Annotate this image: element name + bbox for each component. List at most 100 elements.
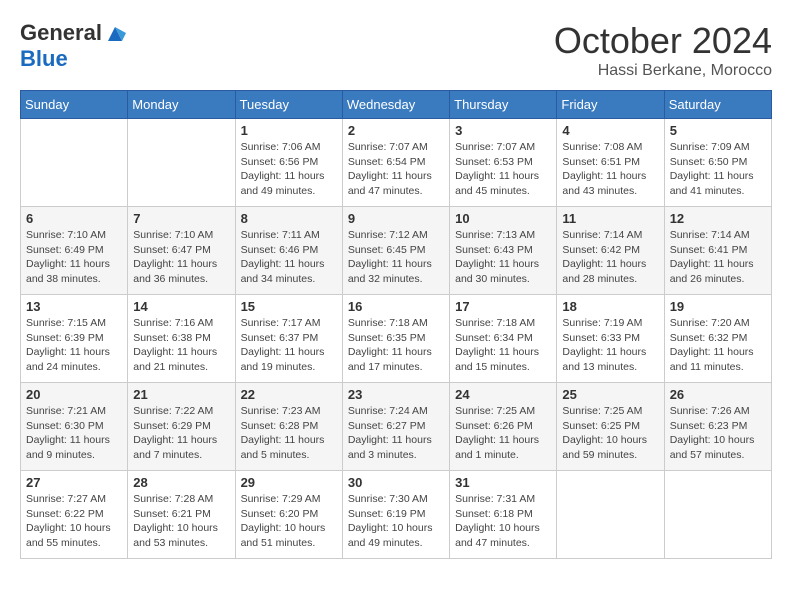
calendar-cell: 7 Sunrise: 7:10 AM Sunset: 6:47 PM Daylig… <box>128 207 235 295</box>
calendar-cell: 28 Sunrise: 7:28 AM Sunset: 6:21 PM Dayli… <box>128 471 235 559</box>
day-info: Sunrise: 7:25 AM Sunset: 6:25 PM Dayligh… <box>562 404 658 463</box>
calendar-cell: 12 Sunrise: 7:14 AM Sunset: 6:41 PM Dayli… <box>664 207 771 295</box>
day-info: Sunrise: 7:19 AM Sunset: 6:33 PM Dayligh… <box>562 316 658 375</box>
day-number: 20 <box>26 387 122 402</box>
calendar-cell: 23Sunrise: 7:24 AM Sunset: 6:27 PM Dayli… <box>342 383 449 471</box>
calendar-cell: 3Sunrise: 7:07 AM Sunset: 6:53 PM Daylig… <box>450 119 557 207</box>
calendar-cell: 15 Sunrise: 7:17 AM Sunset: 6:37 PM Dayli… <box>235 295 342 383</box>
day-number: 18 <box>562 299 658 314</box>
day-info: Sunrise: 7:14 AM Sunset: 6:42 PM Dayligh… <box>562 228 658 287</box>
calendar-header-row: SundayMondayTuesdayWednesdayThursdayFrid… <box>21 91 772 119</box>
weekday-header-saturday: Saturday <box>664 91 771 119</box>
day-info: Sunrise: 7:10 AM Sunset: 6:49 PM Dayligh… <box>26 228 122 287</box>
day-number: 26 <box>670 387 766 402</box>
day-number: 30 <box>348 475 444 490</box>
day-info: Sunrise: 7:26 AM Sunset: 6:23 PM Dayligh… <box>670 404 766 463</box>
page-header: General Blue October 2024 Hassi Berkane,… <box>20 20 772 80</box>
day-number: 12 <box>670 211 766 226</box>
day-info: Sunrise: 7:07 AM Sunset: 6:54 PM Dayligh… <box>348 140 444 199</box>
day-number: 14 <box>133 299 229 314</box>
day-info: Sunrise: 7:22 AM Sunset: 6:29 PM Dayligh… <box>133 404 229 463</box>
day-info: Sunrise: 7:17 AM Sunset: 6:37 PM Dayligh… <box>241 316 337 375</box>
calendar-cell: 19 Sunrise: 7:20 AM Sunset: 6:32 PM Dayli… <box>664 295 771 383</box>
calendar-cell: 5 Sunrise: 7:09 AM Sunset: 6:50 PM Daylig… <box>664 119 771 207</box>
day-info: Sunrise: 7:14 AM Sunset: 6:41 PM Dayligh… <box>670 228 766 287</box>
day-info: Sunrise: 7:20 AM Sunset: 6:32 PM Dayligh… <box>670 316 766 375</box>
day-number: 24 <box>455 387 551 402</box>
calendar-cell: 29Sunrise: 7:29 AM Sunset: 6:20 PM Dayli… <box>235 471 342 559</box>
calendar-cell: 9 Sunrise: 7:12 AM Sunset: 6:45 PM Daylig… <box>342 207 449 295</box>
day-number: 17 <box>455 299 551 314</box>
calendar-cell: 4Sunrise: 7:08 AM Sunset: 6:51 PM Daylig… <box>557 119 664 207</box>
logo: General Blue <box>20 20 126 72</box>
day-info: Sunrise: 7:18 AM Sunset: 6:35 PM Dayligh… <box>348 316 444 375</box>
calendar-cell: 13Sunrise: 7:15 AM Sunset: 6:39 PM Dayli… <box>21 295 128 383</box>
day-number: 28 <box>133 475 229 490</box>
calendar-cell: 18 Sunrise: 7:19 AM Sunset: 6:33 PM Dayli… <box>557 295 664 383</box>
weekday-header-sunday: Sunday <box>21 91 128 119</box>
day-info: Sunrise: 7:09 AM Sunset: 6:50 PM Dayligh… <box>670 140 766 199</box>
calendar-week-row: 6Sunrise: 7:10 AM Sunset: 6:49 PM Daylig… <box>21 207 772 295</box>
day-number: 3 <box>455 123 551 138</box>
day-info: Sunrise: 7:18 AM Sunset: 6:34 PM Dayligh… <box>455 316 551 375</box>
day-info: Sunrise: 7:13 AM Sunset: 6:43 PM Dayligh… <box>455 228 551 287</box>
day-number: 5 <box>670 123 766 138</box>
day-info: Sunrise: 7:31 AM Sunset: 6:18 PM Dayligh… <box>455 492 551 551</box>
day-info: Sunrise: 7:11 AM Sunset: 6:46 PM Dayligh… <box>241 228 337 287</box>
day-number: 27 <box>26 475 122 490</box>
day-info: Sunrise: 7:25 AM Sunset: 6:26 PM Dayligh… <box>455 404 551 463</box>
calendar-cell: 16Sunrise: 7:18 AM Sunset: 6:35 PM Dayli… <box>342 295 449 383</box>
day-number: 1 <box>241 123 337 138</box>
day-info: Sunrise: 7:23 AM Sunset: 6:28 PM Dayligh… <box>241 404 337 463</box>
day-number: 22 <box>241 387 337 402</box>
day-number: 7 <box>133 211 229 226</box>
logo-icon <box>104 23 126 45</box>
day-number: 9 <box>348 211 444 226</box>
weekday-header-thursday: Thursday <box>450 91 557 119</box>
calendar-cell: 30 Sunrise: 7:30 AM Sunset: 6:19 PM Dayli… <box>342 471 449 559</box>
day-info: Sunrise: 7:12 AM Sunset: 6:45 PM Dayligh… <box>348 228 444 287</box>
calendar-cell: 20 Sunrise: 7:21 AM Sunset: 6:30 PM Dayli… <box>21 383 128 471</box>
calendar-cell <box>128 119 235 207</box>
day-number: 31 <box>455 475 551 490</box>
calendar-week-row: 27 Sunrise: 7:27 AM Sunset: 6:22 PM Dayli… <box>21 471 772 559</box>
day-info: Sunrise: 7:21 AM Sunset: 6:30 PM Dayligh… <box>26 404 122 463</box>
calendar-cell <box>21 119 128 207</box>
day-info: Sunrise: 7:16 AM Sunset: 6:38 PM Dayligh… <box>133 316 229 375</box>
day-number: 15 <box>241 299 337 314</box>
month-title: October 2024 <box>554 20 772 62</box>
calendar-cell: 27 Sunrise: 7:27 AM Sunset: 6:22 PM Dayli… <box>21 471 128 559</box>
calendar-cell: 17 Sunrise: 7:18 AM Sunset: 6:34 PM Dayli… <box>450 295 557 383</box>
day-info: Sunrise: 7:29 AM Sunset: 6:20 PM Dayligh… <box>241 492 337 551</box>
calendar-cell: 11 Sunrise: 7:14 AM Sunset: 6:42 PM Dayli… <box>557 207 664 295</box>
day-info: Sunrise: 7:28 AM Sunset: 6:21 PM Dayligh… <box>133 492 229 551</box>
calendar-cell: 26 Sunrise: 7:26 AM Sunset: 6:23 PM Dayli… <box>664 383 771 471</box>
calendar-cell: 25Sunrise: 7:25 AM Sunset: 6:25 PM Dayli… <box>557 383 664 471</box>
weekday-header-friday: Friday <box>557 91 664 119</box>
logo-blue-text: Blue <box>20 46 68 72</box>
day-info: Sunrise: 7:06 AM Sunset: 6:56 PM Dayligh… <box>241 140 337 199</box>
calendar-cell: 1 Sunrise: 7:06 AM Sunset: 6:56 PM Daylig… <box>235 119 342 207</box>
title-block: October 2024 Hassi Berkane, Morocco <box>554 20 772 80</box>
calendar-cell <box>664 471 771 559</box>
calendar-week-row: 13Sunrise: 7:15 AM Sunset: 6:39 PM Dayli… <box>21 295 772 383</box>
day-number: 11 <box>562 211 658 226</box>
day-info: Sunrise: 7:30 AM Sunset: 6:19 PM Dayligh… <box>348 492 444 551</box>
calendar-cell: 14 Sunrise: 7:16 AM Sunset: 6:38 PM Dayli… <box>128 295 235 383</box>
day-info: Sunrise: 7:27 AM Sunset: 6:22 PM Dayligh… <box>26 492 122 551</box>
day-info: Sunrise: 7:10 AM Sunset: 6:47 PM Dayligh… <box>133 228 229 287</box>
calendar-cell: 24 Sunrise: 7:25 AM Sunset: 6:26 PM Dayli… <box>450 383 557 471</box>
day-number: 19 <box>670 299 766 314</box>
calendar-cell: 6Sunrise: 7:10 AM Sunset: 6:49 PM Daylig… <box>21 207 128 295</box>
weekday-header-wednesday: Wednesday <box>342 91 449 119</box>
weekday-header-monday: Monday <box>128 91 235 119</box>
calendar-cell: 10 Sunrise: 7:13 AM Sunset: 6:43 PM Dayli… <box>450 207 557 295</box>
calendar-cell: 22 Sunrise: 7:23 AM Sunset: 6:28 PM Dayli… <box>235 383 342 471</box>
calendar-cell <box>557 471 664 559</box>
calendar-cell: 21 Sunrise: 7:22 AM Sunset: 6:29 PM Dayli… <box>128 383 235 471</box>
day-number: 2 <box>348 123 444 138</box>
day-number: 21 <box>133 387 229 402</box>
day-number: 10 <box>455 211 551 226</box>
location-text: Hassi Berkane, Morocco <box>554 62 772 80</box>
day-number: 8 <box>241 211 337 226</box>
